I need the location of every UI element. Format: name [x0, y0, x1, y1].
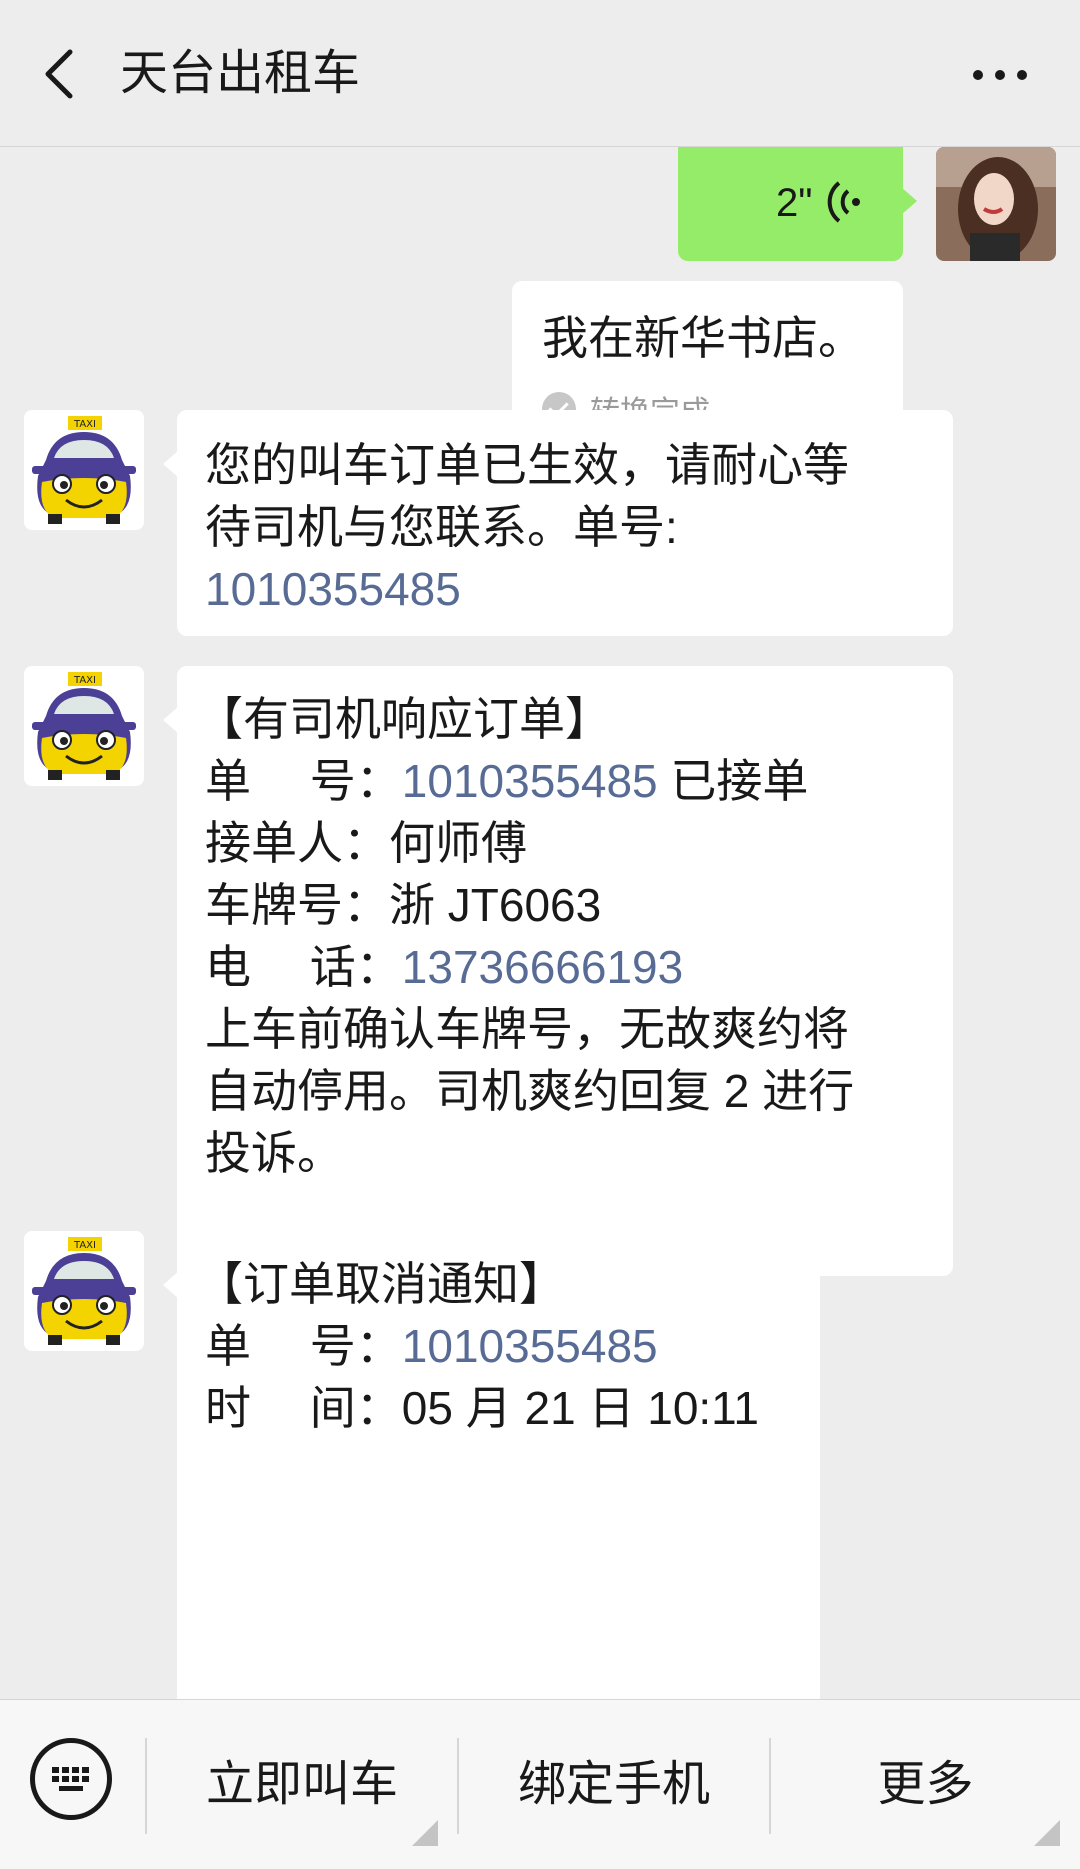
- order-label: 单 号：: [205, 755, 402, 807]
- message-bubble-order-confirm[interactable]: 您的叫车订单已生效，请耐心等 待司机与您联系。单号: 1010355485: [163, 410, 953, 636]
- phone-label: 电 话：: [205, 941, 402, 993]
- bottom-menu-bar: 立即叫车 绑定手机 更多: [0, 1699, 1080, 1869]
- order-number-link[interactable]: 1010355485: [402, 1320, 658, 1372]
- driver-name: 何师傅: [389, 817, 527, 869]
- svg-text:TAXI: TAXI: [73, 419, 96, 430]
- order-label: 单 号：: [205, 1320, 402, 1372]
- order-number-link[interactable]: 1010355485: [402, 755, 658, 807]
- message-line: 自动停用。司机爽约回复 2 进行: [205, 1065, 855, 1117]
- submenu-indicator-icon: [412, 1820, 438, 1846]
- taxi-logo-icon: TAXI: [32, 416, 136, 524]
- voice-wave-icon: [827, 181, 860, 223]
- taxi-logo-icon: TAXI: [32, 672, 136, 780]
- menu-more[interactable]: 更多: [771, 1750, 1080, 1820]
- nav-bar: 天台出租车: [0, 0, 1080, 147]
- phone-row: 电 话：13736666193: [205, 936, 683, 998]
- user-avatar[interactable]: [936, 147, 1056, 261]
- message-bubble-cancel-notice[interactable]: 【订单取消通知】 单 号：1010355485 时 间：05 月 21 日 10…: [163, 1231, 820, 1699]
- plate-label: 车牌号：: [205, 879, 389, 931]
- driver-row: 接单人：何师傅: [205, 812, 527, 874]
- order-number-link[interactable]: 1010355485: [205, 558, 461, 620]
- keyboard-icon[interactable]: [30, 1738, 112, 1820]
- message-bubble-driver-response[interactable]: 【有司机响应订单】 单 号：1010355485 已接单 接单人：何师傅 车牌号…: [163, 666, 953, 1276]
- voice-message-bubble[interactable]: 2": [678, 147, 917, 261]
- svg-text:TAXI: TAXI: [73, 675, 96, 686]
- message-title: 【有司机响应订单】: [197, 693, 611, 745]
- taxi-avatar[interactable]: TAXI: [24, 1231, 144, 1351]
- message-line: 您的叫车订单已生效，请耐心等: [205, 439, 849, 491]
- time-label: 时 间：: [205, 1382, 402, 1434]
- message-line: 投诉。: [205, 1127, 343, 1179]
- menu-call-taxi[interactable]: 立即叫车: [147, 1750, 457, 1820]
- order-status: 已接单: [657, 755, 809, 807]
- back-arrow-icon[interactable]: [40, 44, 80, 104]
- taxi-avatar[interactable]: TAXI: [24, 410, 144, 530]
- plate-row: 车牌号：浙 JT6063: [205, 874, 601, 936]
- order-row: 单 号：1010355485 已接单: [205, 750, 808, 812]
- chat-area[interactable]: 2" 我在新华书店。 转换完成 TAXI: [0, 147, 1080, 1699]
- transcript-text: 我在新华书店。: [542, 312, 864, 364]
- phone-number-link[interactable]: 13736666193: [402, 941, 683, 993]
- message-line: 上车前确认车牌号，无故爽约将: [205, 1003, 849, 1055]
- submenu-indicator-icon: [1034, 1820, 1060, 1846]
- plate-number: 浙 JT6063: [389, 879, 602, 931]
- voice-duration: 2": [776, 181, 813, 225]
- message-title: 【订单取消通知】: [197, 1258, 565, 1310]
- order-row: 单 号：1010355485: [205, 1315, 658, 1377]
- taxi-avatar[interactable]: TAXI: [24, 666, 144, 786]
- taxi-logo-icon: TAXI: [32, 1237, 136, 1345]
- driver-label: 接单人：: [205, 817, 389, 869]
- cancel-time: 05 月 21 日 10:11: [401, 1382, 759, 1434]
- chat-title: 天台出租车: [120, 47, 361, 100]
- more-options-icon[interactable]: [970, 60, 1030, 90]
- svg-text:TAXI: TAXI: [73, 1240, 96, 1251]
- menu-bind-phone[interactable]: 绑定手机: [459, 1750, 769, 1820]
- time-row: 时 间：05 月 21 日 10:11: [205, 1377, 759, 1439]
- message-line: 待司机与您联系。单号:: [205, 501, 678, 553]
